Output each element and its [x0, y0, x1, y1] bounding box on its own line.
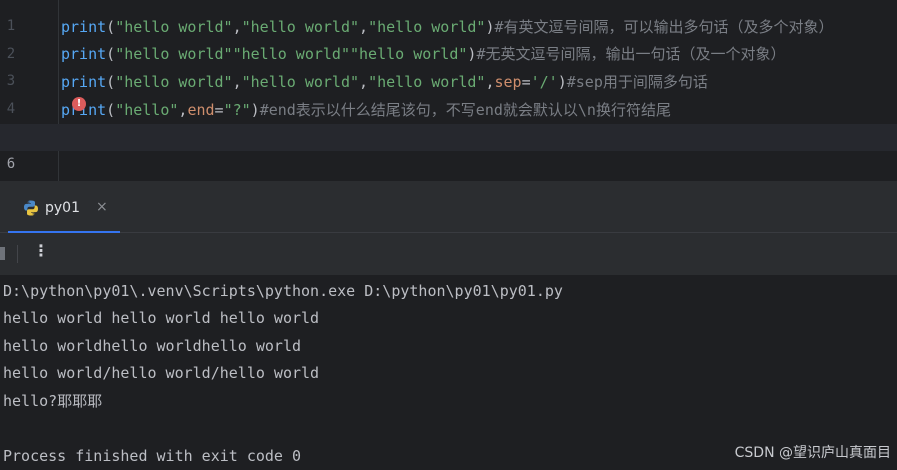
- line-number: 6: [6, 156, 16, 172]
- console-line: D:\python\py01\.venv\Scripts\python.exe …: [3, 282, 563, 300]
- console-line: Process finished with exit code 0: [3, 447, 302, 465]
- code-line-4[interactable]: 4 print("hello world","hello world","hel…: [0, 69, 897, 117]
- toolbar-separator: [17, 245, 18, 263]
- code-line-2[interactable]: 2 print("hello world","hello world","hel…: [0, 14, 897, 62]
- panel-divider[interactable]: [0, 181, 897, 190]
- run-tab-bar: py01 ×: [0, 190, 897, 233]
- console-line: hello world/hello world/hello world: [3, 364, 320, 382]
- run-toolbar: ⋮: [0, 233, 897, 275]
- code-text: print("hello world","hello world","hello…: [61, 18, 834, 36]
- code-editor[interactable]: 1 2 print("hello world","hello world","h…: [0, 0, 897, 181]
- console-line: hello?耶耶耶: [3, 392, 103, 410]
- console-line: hello worldhello worldhello world: [3, 337, 302, 355]
- console-output[interactable]: D:\python\py01\.venv\Scripts\python.exe …: [0, 276, 897, 470]
- more-options-icon[interactable]: ⋮: [33, 241, 49, 260]
- console-line: hello world hello world hello world: [3, 309, 320, 327]
- python-icon: [24, 200, 38, 216]
- code-line-1[interactable]: 1: [0, 0, 897, 34]
- stop-icon[interactable]: [0, 247, 5, 260]
- code-line-5[interactable]: 5 print("hello",end="?")#end表示以什么结尾该句，不写…: [0, 97, 897, 145]
- code-text: print("hello",end="?")#end表示以什么结尾该句，不写en…: [61, 101, 671, 119]
- tab-py01[interactable]: py01 ×: [8, 190, 120, 233]
- tab-label: py01: [45, 200, 80, 216]
- code-text: print("hello world","hello world","hello…: [61, 73, 708, 91]
- watermark: CSDN @望识庐山真面目: [734, 445, 891, 461]
- error-marker-icon[interactable]: !: [72, 97, 86, 111]
- code-text: print("hello world""hello world""hello w…: [61, 45, 786, 63]
- close-icon[interactable]: ×: [96, 199, 108, 215]
- code-line-6[interactable]: 6: [0, 124, 897, 172]
- code-line-3[interactable]: 3 print("hello world""hello world""hello…: [0, 41, 897, 89]
